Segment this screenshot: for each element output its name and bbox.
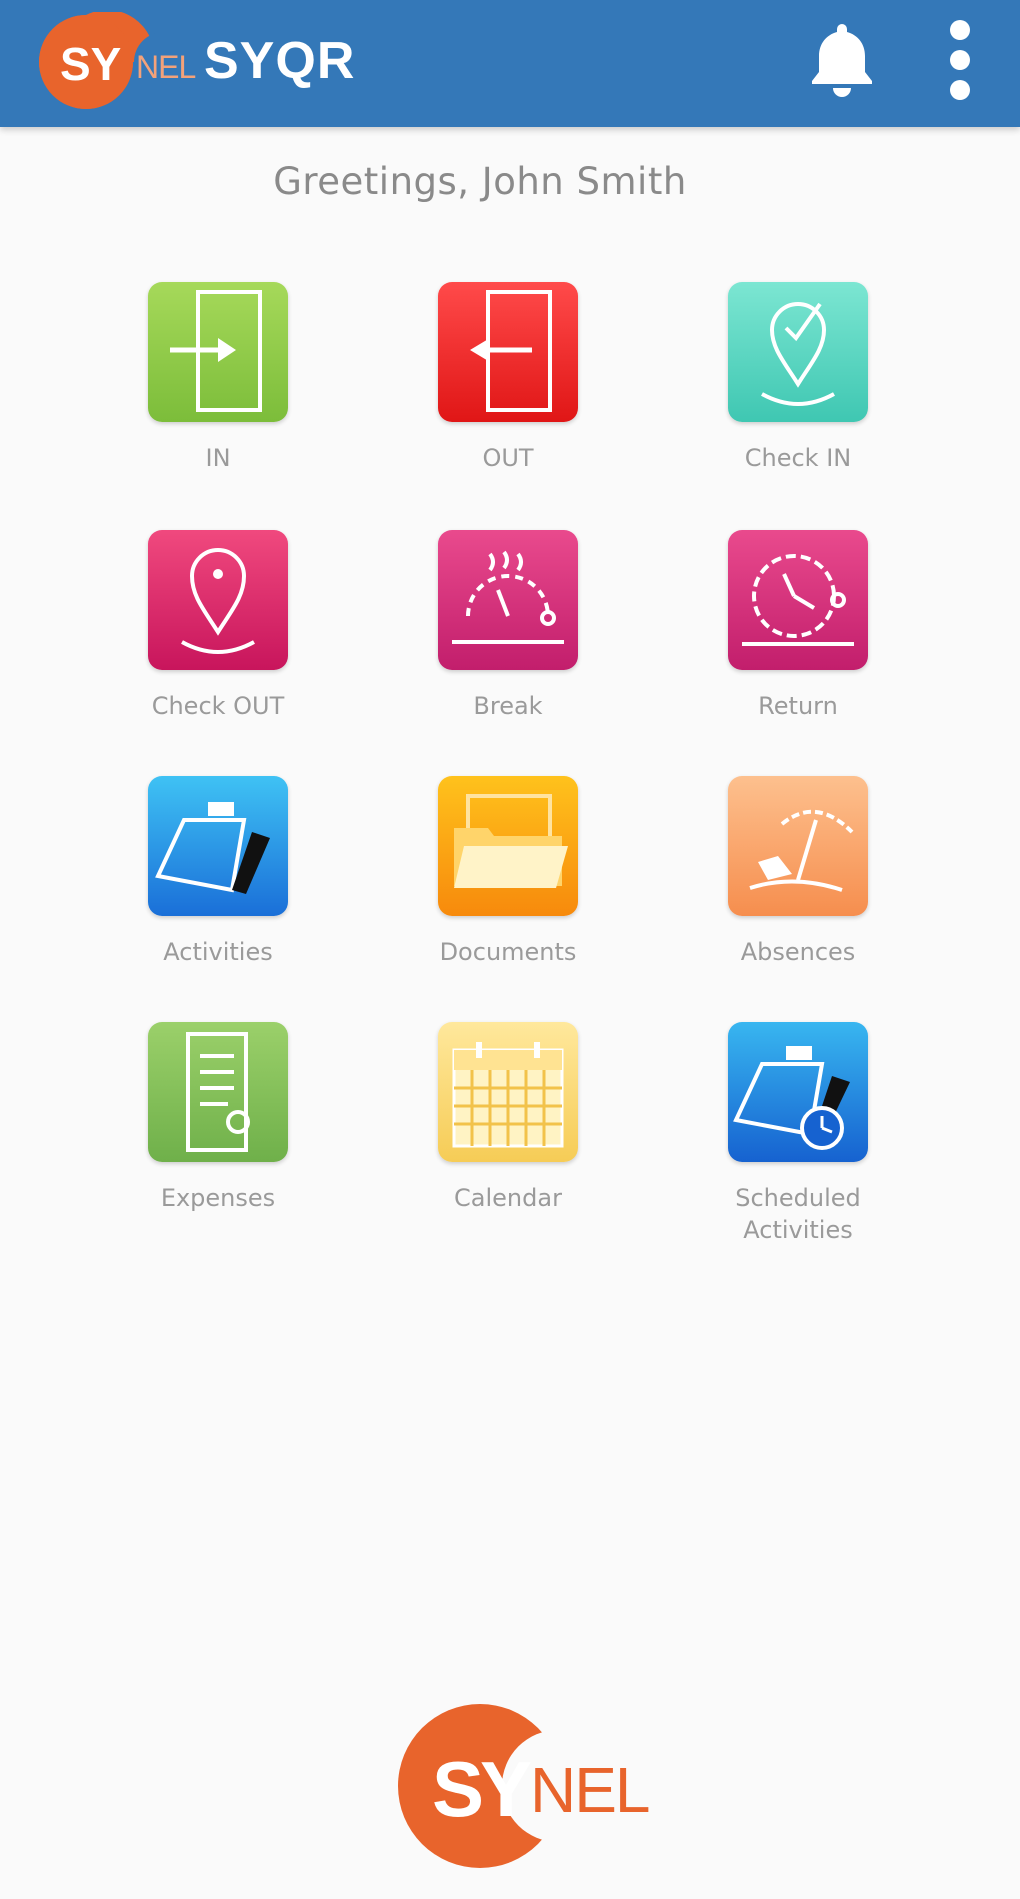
tile-label: Documents <box>439 938 577 966</box>
tile-label: Absences <box>740 938 856 966</box>
tile-break[interactable]: Break <box>398 530 618 722</box>
tile-out[interactable]: OUT <box>398 282 618 474</box>
tile-documents[interactable]: Documents <box>398 776 618 968</box>
tile-return[interactable]: Return <box>688 530 908 722</box>
tile-check-in[interactable]: Check IN <box>688 282 908 474</box>
more-vertical-icon[interactable] <box>930 14 990 104</box>
tile-scheduled-activities[interactable]: Scheduled Activities <box>688 1022 908 1246</box>
map-pin-check-icon <box>728 282 868 422</box>
tile-label: OUT <box>482 444 534 472</box>
tile-label: Activities <box>163 938 273 966</box>
calendar-icon <box>438 1022 578 1162</box>
sign-out-icon <box>438 282 578 422</box>
sign-in-icon <box>148 282 288 422</box>
receipt-icon <box>148 1022 288 1162</box>
svg-text:NEL: NEL <box>530 1754 649 1826</box>
synel-footer-logo: SY NEL <box>398 1704 651 1868</box>
svg-text:SY: SY <box>432 1745 531 1833</box>
tile-label: Break <box>473 692 543 720</box>
clipboard-pen-icon <box>148 776 288 916</box>
tile-in[interactable]: IN <box>108 282 328 474</box>
tile-expenses[interactable]: Expenses <box>108 1022 328 1214</box>
map-pin-icon <box>148 530 288 670</box>
app-title: SYQR <box>204 32 356 90</box>
tile-label: Calendar <box>454 1184 562 1212</box>
tile-label: Return <box>758 692 838 720</box>
beach-umbrella-icon <box>728 776 868 916</box>
tile-label: Check OUT <box>151 692 285 720</box>
svg-text:SY: SY <box>60 38 121 90</box>
tile-label: Expenses <box>160 1184 276 1212</box>
app-bar: SY NEL SYQR <box>0 0 1020 127</box>
tile-activities[interactable]: Activities <box>108 776 328 968</box>
tile-label: Scheduled Activities <box>735 1184 861 1244</box>
tile-check-out[interactable]: Check OUT <box>108 530 328 722</box>
tile-absences[interactable]: Absences <box>688 776 908 968</box>
coffee-break-icon <box>438 530 578 670</box>
clock-return-icon <box>728 530 868 670</box>
tile-label: Check IN <box>744 444 852 472</box>
svg-text:NEL: NEL <box>136 49 195 85</box>
clipboard-clock-icon <box>728 1022 868 1162</box>
bell-icon[interactable] <box>806 18 878 98</box>
tile-label: IN <box>205 444 231 472</box>
tile-calendar[interactable]: Calendar <box>398 1022 618 1214</box>
folder-icon <box>438 776 578 916</box>
greeting-text: Greetings, John Smith <box>273 160 687 203</box>
